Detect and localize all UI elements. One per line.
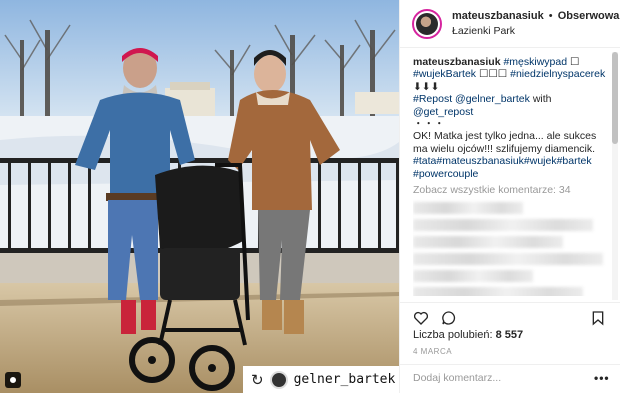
likes-count[interactable]: Liczba polubień: 8 557 <box>413 329 523 341</box>
post-photo[interactable]: ↻ gelner_bartek <box>0 0 399 393</box>
view-all-comments-link[interactable]: Zobacz wszystkie komentarze: 34 <box>413 184 609 196</box>
bookmark-icon[interactable] <box>590 310 606 326</box>
comment-icon[interactable] <box>441 310 457 326</box>
likes-label: Liczba polubień: <box>413 329 493 341</box>
emoji: ☐ <box>570 56 580 68</box>
hashtag-link[interactable]: #Repost <box>413 93 452 105</box>
separator-dot: • <box>548 9 553 22</box>
post-header: mateuszbanasiuk • Obserwowanie Łazienki … <box>400 0 620 48</box>
caption-username[interactable]: mateuszbanasiuk <box>413 56 501 68</box>
scrollbar-thumb[interactable] <box>612 52 618 144</box>
location-link[interactable]: Łazienki Park <box>452 24 620 39</box>
photo-scene <box>0 0 399 393</box>
repost-watermark: ↻ gelner_bartek <box>243 366 399 393</box>
caption-dots: ・・・ <box>413 118 445 131</box>
mention-link[interactable]: @get_repost <box>413 106 473 118</box>
scrollbar[interactable] <box>612 52 618 300</box>
repost-avatar <box>269 370 288 389</box>
hashtag-link[interactable]: #męskiwypad <box>503 56 567 68</box>
blurred-comments <box>413 202 609 296</box>
caption: mateuszbanasiuk #męskiwypad ☐ #wujekBart… <box>413 56 609 180</box>
more-options-button[interactable]: ••• <box>594 371 610 385</box>
hashtag-list[interactable]: #tata#mateuszbanasiuk#wujek#bartek #powe… <box>413 155 592 179</box>
action-bar <box>400 302 620 328</box>
emoji: ☐☐☐ <box>478 68 508 81</box>
hashtag-link[interactable]: #niedzielnyspacerek <box>510 68 605 80</box>
header-username[interactable]: mateuszbanasiuk <box>452 10 544 22</box>
post-sidebar: mateuszbanasiuk • Obserwowanie Łazienki … <box>399 0 620 393</box>
follow-status-button[interactable]: Obserwowanie <box>558 10 620 22</box>
repost-username: gelner_bartek <box>293 372 396 387</box>
comment-input[interactable] <box>413 372 578 384</box>
mention-link[interactable]: @gelner_bartek <box>455 93 530 105</box>
add-comment-bar: ••• <box>400 364 620 393</box>
user-tag-icon[interactable] <box>5 372 21 388</box>
arrows-emoji: ⬇⬇⬇ <box>413 80 440 93</box>
caption-body: OK! Matka jest tylko jedna... ale sukces… <box>413 130 597 155</box>
heart-icon[interactable] <box>413 310 429 326</box>
avatar[interactable] <box>412 8 442 39</box>
post-date[interactable]: 4 MARCA <box>413 347 452 356</box>
repost-icon: ↻ <box>251 371 264 389</box>
caption-text: with <box>532 93 552 106</box>
hashtag-link[interactable]: #wujekBartek <box>413 68 476 80</box>
comments-list[interactable]: mateuszbanasiuk #męskiwypad ☐ #wujekBart… <box>413 56 609 296</box>
likes-number: 8 557 <box>495 329 524 341</box>
